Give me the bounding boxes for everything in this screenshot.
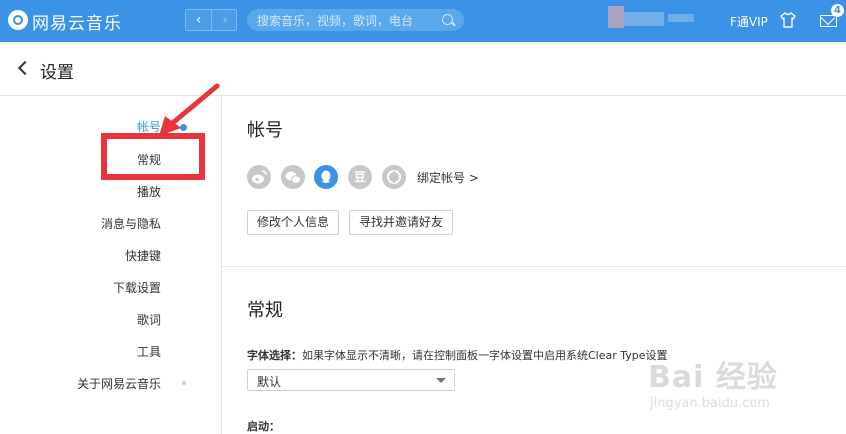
watermark-logo: Bai 经验 [648, 360, 778, 395]
sidebar-item-download[interactable]: 下载设置 [113, 279, 161, 296]
forward-button[interactable]: › [212, 10, 238, 30]
mail-icon[interactable] [820, 15, 837, 27]
sidebar-item-about[interactable]: 关于网易云音乐 [77, 375, 161, 392]
wechat-icon[interactable] [281, 165, 305, 189]
netease-music-logo-icon[interactable] [8, 10, 28, 30]
renren-icon[interactable] [382, 165, 406, 189]
baidu-watermark: Bai 经验 jingyan.baidu.com [640, 352, 840, 422]
font-select[interactable]: 默认 [247, 369, 455, 391]
weibo-icon[interactable] [247, 165, 271, 189]
qq-icon[interactable] [314, 165, 338, 189]
user-avatar-blurred[interactable] [598, 4, 718, 32]
settings-window: 网易云音乐 ‹ › 搜索音乐，视频，歌词，电台 F通VIP 4 设置 帐号 常规… [0, 0, 846, 434]
search-placeholder: 搜索音乐，视频，歌词，电台 [257, 14, 414, 28]
annotation-arrow-icon [159, 83, 220, 136]
sidebar-item-tools[interactable]: 工具 [137, 343, 161, 360]
sidebar-item-privacy[interactable]: 消息与隐私 [101, 215, 161, 232]
top-bar: 网易云音乐 ‹ › 搜索音乐，视频，歌词，电台 F通VIP 4 [0, 0, 846, 42]
section-title-general: 常规 [247, 300, 283, 321]
font-select-value: 默认 [257, 375, 282, 389]
search-input[interactable]: 搜索音乐，视频，歌词，电台 [247, 9, 464, 31]
chevron-down-icon [436, 378, 446, 383]
brand-name[interactable]: 网易云音乐 [32, 9, 122, 34]
font-setting-heading: 字体选择： [247, 349, 302, 362]
vip-link[interactable]: F通VIP [730, 13, 768, 30]
scroll-marker-icon [182, 381, 186, 385]
skin-shirt-icon[interactable] [780, 12, 796, 28]
history-nav: ‹ › [185, 9, 237, 31]
find-friends-button[interactable]: 寻找并邀请好友 [349, 210, 454, 235]
font-setting-label: 字体选择：如果字体显示不清晰，请在控制面板一字体设置中启用系统Clear Typ… [247, 347, 668, 363]
page-title: 设置 [40, 63, 74, 83]
edit-profile-button[interactable]: 修改个人信息 [247, 210, 340, 235]
mail-badge: 4 [831, 4, 844, 17]
font-setting-hint: 如果字体显示不清晰，请在控制面板一字体设置中启用系统Clear Type设置 [302, 349, 668, 362]
sidebar-item-shortcuts[interactable]: 快捷键 [125, 247, 161, 264]
section-title-account: 帐号 [247, 120, 283, 141]
watermark-url: jingyan.baidu.com [650, 396, 770, 411]
startup-label: 启动： [247, 420, 280, 433]
douban-icon[interactable]: 豆 [348, 165, 372, 189]
sidebar-item-playback[interactable]: 播放 [137, 183, 161, 200]
sidebar-item-lyrics[interactable]: 歌词 [137, 311, 161, 328]
back-chevron-icon[interactable] [17, 60, 33, 76]
back-button[interactable]: ‹ [186, 10, 212, 30]
search-icon[interactable] [442, 14, 453, 25]
section-divider [222, 266, 846, 267]
page-header: 设置 [0, 42, 846, 96]
bind-account-link[interactable]: 绑定帐号 > [417, 169, 479, 186]
